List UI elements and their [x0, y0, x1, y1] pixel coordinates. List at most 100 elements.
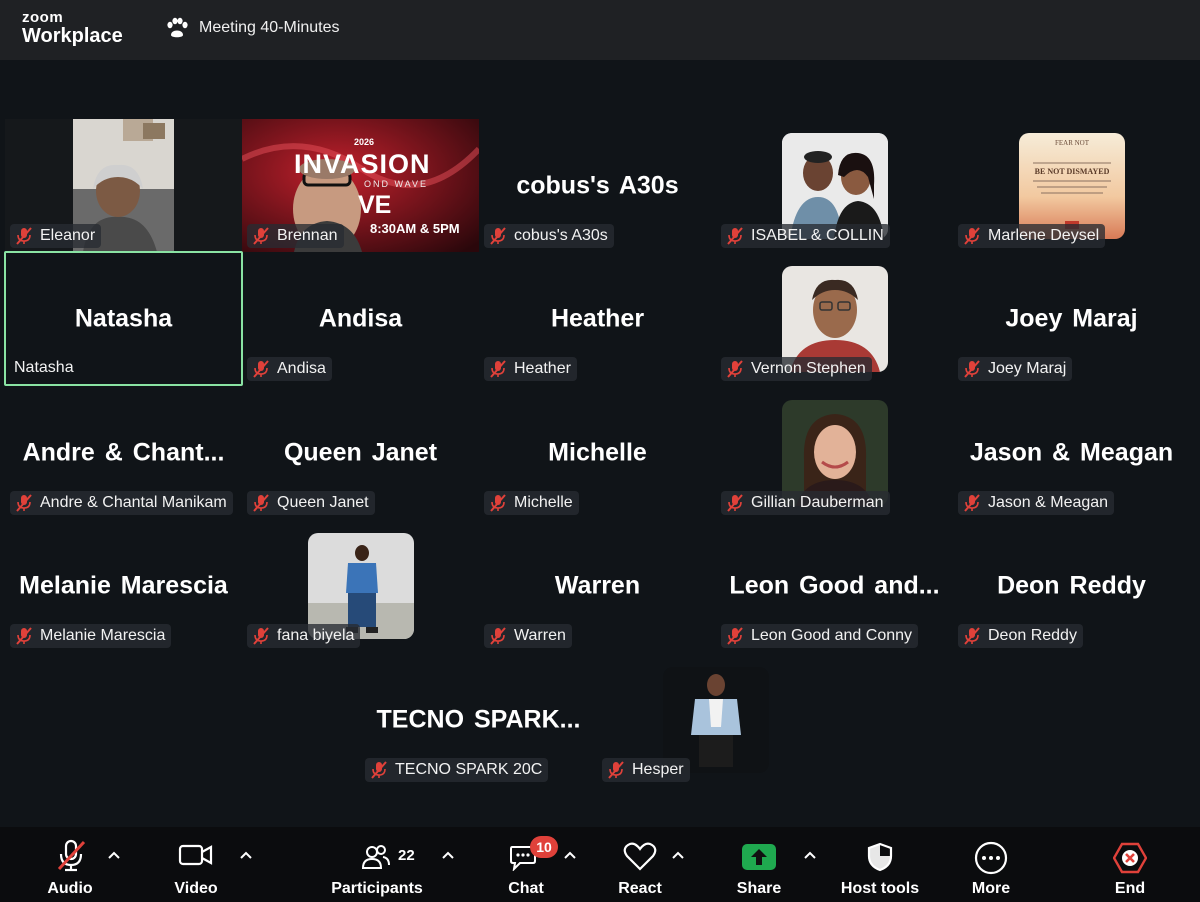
participant-name: Andisa — [277, 360, 326, 377]
participants-label: Participants — [331, 880, 423, 897]
microphone-muted-icon — [14, 493, 34, 513]
participant-display-name: TECNO SPARK... — [376, 705, 581, 733]
participant-name: Brennan — [277, 227, 338, 244]
microphone-muted-icon — [606, 760, 626, 780]
microphone-muted-icon — [14, 626, 34, 646]
participant-name-label: cobus's A30s — [484, 224, 614, 248]
participant-name-label: Queen Janet — [247, 491, 375, 515]
audio-options-chevron-up-icon[interactable] — [106, 847, 122, 863]
participant-name-label: Gillian Dauberman — [721, 491, 890, 515]
participants-button[interactable]: 22 Participants — [330, 827, 424, 902]
chat-label: Chat — [508, 880, 544, 897]
react-button[interactable]: React — [612, 827, 668, 902]
participant-name-label: Natasha — [10, 356, 80, 380]
participant-tile-queen-janet[interactable]: Queen Janet Queen Janet — [242, 386, 479, 519]
end-meeting-button[interactable]: End — [1100, 827, 1160, 902]
more-options-icon — [974, 841, 1008, 880]
share-button[interactable]: Share — [731, 827, 787, 902]
participant-tile-cobus[interactable]: cobus's A30s cobus's A30s — [479, 119, 716, 252]
participant-name: Deon Reddy — [988, 627, 1077, 644]
participant-tile-fana[interactable]: fana biyela — [242, 519, 479, 652]
participant-tile-marlene[interactable]: FEAR NOT BE NOT DISMAYED Marlene Deysel — [953, 119, 1190, 252]
microphone-muted-icon — [962, 359, 982, 379]
participant-name: Gillian Dauberman — [751, 494, 884, 511]
video-camera-icon — [178, 843, 214, 872]
participant-name-label: Vernon Stephen — [721, 357, 872, 381]
participants-options-chevron-up-icon[interactable] — [440, 847, 456, 863]
microphone-muted-icon — [14, 226, 34, 246]
participant-tile-hesper[interactable]: Hesper — [597, 653, 834, 786]
meeting-info-icon — [165, 17, 189, 39]
video-button[interactable]: Video — [166, 827, 226, 902]
participant-tile-michelle[interactable]: Michelle Michelle — [479, 386, 716, 519]
participant-name-label: Leon Good and Conny — [721, 624, 919, 648]
video-label: Video — [174, 880, 218, 897]
participant-display-name: Warren — [554, 571, 641, 599]
meeting-info[interactable]: Meeting 40-Minutes — [165, 17, 340, 39]
microphone-muted-icon — [488, 226, 508, 246]
react-options-chevron-up-icon[interactable] — [670, 847, 686, 863]
gallery-view: Eleanor 2026 INVASION OND WAVE VE 8:30AM… — [0, 60, 1200, 827]
banner-time: 8:30AM & 5PM — [370, 221, 460, 236]
zoom-workplace-logo: zoom Workplace — [22, 10, 123, 47]
microphone-muted-icon — [488, 626, 508, 646]
more-label: More — [971, 880, 1011, 897]
chat-button[interactable]: 10 Chat — [500, 827, 558, 902]
participant-name-label: Heather — [484, 357, 577, 381]
participant-tile-heather[interactable]: Heather Heather — [479, 252, 716, 385]
host-tools-label: Host tools — [840, 880, 920, 897]
shield-icon — [867, 842, 893, 877]
participant-name-label: Deon Reddy — [958, 624, 1083, 648]
participant-name-label: Michelle — [484, 491, 579, 515]
participant-tile-gillian[interactable]: Gillian Dauberman — [716, 386, 953, 519]
banner-subtitle: OND WAVE — [364, 179, 429, 189]
participant-name: ISABEL & COLLIN — [751, 227, 884, 244]
participant-tile-eleanor[interactable]: Eleanor — [5, 119, 242, 252]
participant-display-name: Deon Reddy — [997, 571, 1146, 599]
audio-button[interactable]: Audio — [40, 827, 100, 902]
participant-name-label: Melanie Marescia — [10, 624, 172, 648]
participant-tile-isabel-collin[interactable]: ISABEL & COLLIN — [716, 119, 953, 252]
participant-tile-tecno[interactable]: TECNO SPARK... TECNO SPARK 20C — [360, 653, 597, 786]
end-call-icon — [1112, 842, 1148, 879]
microphone-muted-icon — [488, 493, 508, 513]
participant-tile-brennan[interactable]: 2026 INVASION OND WAVE VE 8:30AM & 5PM B… — [242, 119, 479, 252]
microphone-muted-icon — [962, 493, 982, 513]
more-button[interactable]: More — [962, 827, 1020, 902]
participant-tile-deon[interactable]: Deon Reddy Deon Reddy — [953, 519, 1190, 652]
meeting-title: Meeting 40-Minutes — [199, 19, 340, 36]
participant-name-label: Eleanor — [10, 224, 102, 248]
poster-title: FEAR NOT — [1054, 139, 1090, 147]
participant-name-label: fana biyela — [247, 624, 361, 648]
chat-unread-badge: 10 — [530, 836, 558, 858]
participant-name-label: Warren — [484, 624, 572, 648]
participant-tile-leon-conny[interactable]: Leon Good and... Leon Good and Conny — [716, 519, 953, 652]
participant-tile-andisa[interactable]: Andisa Andisa — [242, 252, 479, 385]
participant-name: Natasha — [14, 359, 74, 376]
share-options-chevron-up-icon[interactable] — [802, 847, 818, 863]
participant-name: Joey Maraj — [988, 360, 1067, 377]
participant-name: Warren — [514, 627, 566, 644]
participant-display-name: Michelle — [548, 438, 647, 466]
participant-display-name: Melanie Marescia — [19, 571, 228, 599]
chat-options-chevron-up-icon[interactable] — [562, 847, 578, 863]
host-tools-button[interactable]: Host tools — [836, 827, 924, 902]
video-options-chevron-up-icon[interactable] — [238, 847, 254, 863]
participant-tile-vernon[interactable]: Vernon Stephen — [716, 252, 953, 385]
participant-name: Jason & Meagan — [988, 494, 1109, 511]
microphone-muted-icon — [251, 626, 271, 646]
react-label: React — [618, 880, 662, 897]
participant-name-label: Marlene Deysel — [958, 224, 1106, 248]
participant-tile-warren[interactable]: Warren Warren — [479, 519, 716, 652]
microphone-muted-icon — [56, 839, 86, 878]
participant-tile-melanie[interactable]: Melanie Marescia Melanie Marescia — [5, 519, 242, 652]
participant-tile-joey[interactable]: Joey Maraj Joey Maraj — [953, 252, 1190, 385]
participant-name-label: Joey Maraj — [958, 357, 1073, 381]
participant-name-label: TECNO SPARK 20C — [365, 758, 549, 782]
end-label: End — [1114, 880, 1146, 897]
participant-tile-jason-meagan[interactable]: Jason & Meagan Jason & Meagan — [953, 386, 1190, 519]
participant-tile-natasha-active-speaker[interactable]: Natasha Natasha — [4, 251, 243, 386]
participant-display-name: Natasha — [74, 304, 173, 332]
participant-display-name: Joey Maraj — [1005, 304, 1138, 332]
participant-tile-andre-chantal[interactable]: Andre & Chant... Andre & Chantal Manikam — [5, 386, 242, 519]
